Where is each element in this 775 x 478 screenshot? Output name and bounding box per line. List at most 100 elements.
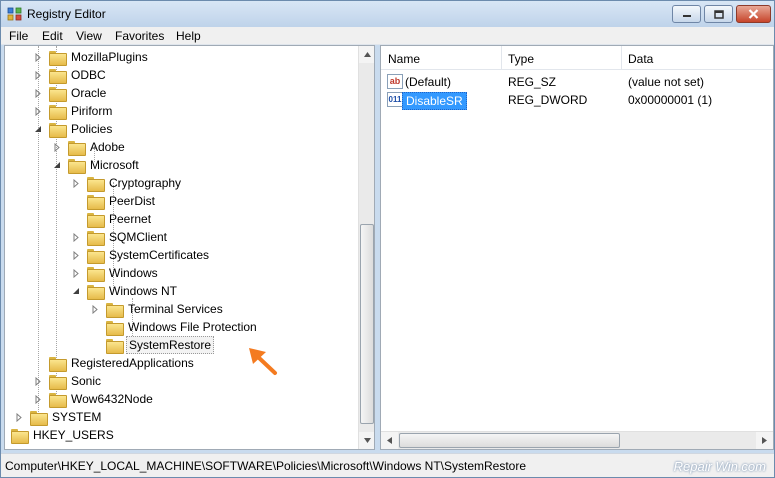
tree-scroll-thumb[interactable] (360, 224, 374, 424)
tree-node[interactable]: SYSTEM (14, 408, 103, 426)
tree-node[interactable]: RegisteredApplications (33, 354, 196, 372)
tree-node-label: Peernet (109, 212, 152, 226)
menu-edit[interactable]: Edit (42, 29, 63, 43)
tree-node[interactable]: ODBC (33, 66, 108, 84)
tree-vertical-scrollbar[interactable] (358, 46, 374, 449)
menu-file[interactable]: File (9, 29, 28, 43)
expand-arrow-icon[interactable] (33, 106, 43, 116)
scroll-down-icon (363, 438, 371, 443)
registry-editor-window: Registry Editor File Edit View Favorites… (0, 0, 775, 478)
scroll-up-button[interactable] (359, 46, 374, 63)
tree-node[interactable]: Windows NT (71, 282, 179, 300)
folder-icon (49, 392, 67, 408)
scroll-down-button[interactable] (359, 432, 374, 449)
column-divider[interactable] (621, 46, 622, 70)
string-value-icon: ab (387, 74, 403, 89)
values-list-pane[interactable]: Name Type Data ab (Default) REG_SZ (valu… (380, 45, 774, 450)
value-type: REG_SZ (508, 75, 557, 89)
tree-node[interactable]: Microsoft (52, 156, 141, 174)
tree-node-label: SystemRestore (126, 336, 215, 354)
expand-arrow-icon[interactable] (33, 376, 43, 386)
folder-icon (11, 428, 29, 444)
folder-icon (106, 338, 124, 354)
tree-node[interactable]: Wow6432Node (33, 390, 155, 408)
column-header-type[interactable]: Type (508, 52, 534, 66)
expand-arrow-icon[interactable] (71, 250, 81, 260)
scroll-left-icon (387, 437, 392, 444)
tree-node-label: SQMClient (109, 230, 168, 244)
collapse-arrow-icon[interactable] (33, 124, 43, 134)
tree-node[interactable]: Piriform (33, 102, 114, 120)
tree-node[interactable]: Windows File Protection (90, 318, 259, 336)
tree-node[interactable]: Oracle (33, 84, 108, 102)
minimize-button[interactable] (672, 5, 701, 23)
expand-arrow-icon[interactable] (33, 394, 43, 404)
tree-node-label: RegisteredApplications (71, 356, 194, 370)
folder-icon (87, 176, 105, 192)
folder-icon (49, 374, 67, 390)
tree-node[interactable]: PeerDist (71, 192, 157, 210)
tree-node[interactable]: Peernet (71, 210, 153, 228)
menu-help[interactable]: Help (176, 29, 201, 43)
value-row-selected[interactable]: 011 DisableSR REG_DWORD 0x00000001 (1) (381, 91, 773, 110)
expand-arrow-icon[interactable] (71, 178, 81, 188)
list-scroll-thumb[interactable] (399, 433, 620, 448)
value-data: (value not set) (628, 75, 705, 89)
tree-node-label: Piriform (71, 104, 113, 118)
expand-arrow-icon[interactable] (52, 142, 62, 152)
tree-node-label: Policies (71, 122, 113, 136)
collapse-arrow-icon[interactable] (52, 160, 62, 170)
expand-arrow-icon[interactable] (4, 430, 5, 440)
collapse-arrow-icon[interactable] (71, 286, 81, 296)
folder-icon (87, 266, 105, 282)
minimize-icon (682, 15, 691, 17)
tree-node-label: Windows File Protection (128, 320, 257, 334)
menu-favorites[interactable]: Favorites (115, 29, 164, 43)
list-horizontal-scrollbar[interactable] (381, 431, 773, 449)
dword-value-icon: 011 (387, 92, 403, 107)
tree-node[interactable]: Adobe (52, 138, 127, 156)
value-row[interactable]: ab (Default) REG_SZ (value not set) (381, 73, 773, 91)
maximize-button[interactable] (704, 5, 733, 23)
folder-icon (106, 302, 124, 318)
folder-icon (49, 104, 67, 120)
column-divider[interactable] (501, 46, 502, 70)
tree-node[interactable]: SQMClient (71, 228, 169, 246)
expand-arrow-icon[interactable] (33, 88, 43, 98)
close-button[interactable] (736, 5, 771, 23)
folder-icon (106, 320, 124, 336)
maximize-icon (713, 9, 724, 19)
tree-node[interactable]: MozillaPlugins (33, 48, 150, 66)
tree-node[interactable]: Windows (71, 264, 160, 282)
menu-view[interactable]: View (76, 29, 102, 43)
tree-node-label: Microsoft (90, 158, 139, 172)
scroll-right-button[interactable] (756, 432, 773, 449)
annotation-arrow-icon (249, 348, 277, 375)
tree-node[interactable]: SystemCertificates (71, 246, 211, 264)
status-bar: Computer\HKEY_LOCAL_MACHINE\SOFTWARE\Pol… (1, 453, 774, 477)
tree-node[interactable]: Policies (33, 120, 114, 138)
column-header-data[interactable]: Data (628, 52, 653, 66)
folder-icon (49, 68, 67, 84)
value-type: REG_DWORD (508, 93, 588, 107)
folder-icon (49, 122, 67, 138)
key-tree-pane[interactable]: MozillaPlugins ODBC Oracle Piriform Policies… (4, 45, 375, 450)
title-bar[interactable]: Registry Editor (1, 1, 774, 27)
tree-node-selected[interactable]: SystemRestore (90, 336, 215, 354)
tree-node[interactable]: Cryptography (71, 174, 183, 192)
folder-icon (49, 50, 67, 66)
expand-arrow-icon[interactable] (14, 412, 24, 422)
folder-icon (49, 86, 67, 102)
tree-node[interactable]: Terminal Services (90, 300, 225, 318)
tree-node-label: Terminal Services (128, 302, 223, 316)
tree-node[interactable]: Sonic (33, 372, 103, 390)
expand-arrow-icon[interactable] (33, 70, 43, 80)
column-header-name[interactable]: Name (388, 52, 420, 66)
expand-arrow-icon[interactable] (33, 52, 43, 62)
tree-node[interactable]: HKEY_USERS (4, 426, 116, 444)
expand-arrow-icon[interactable] (71, 268, 81, 278)
expand-arrow-icon[interactable] (90, 304, 100, 314)
expand-arrow-icon[interactable] (71, 232, 81, 242)
scroll-left-button[interactable] (381, 432, 398, 449)
close-icon (748, 9, 759, 19)
